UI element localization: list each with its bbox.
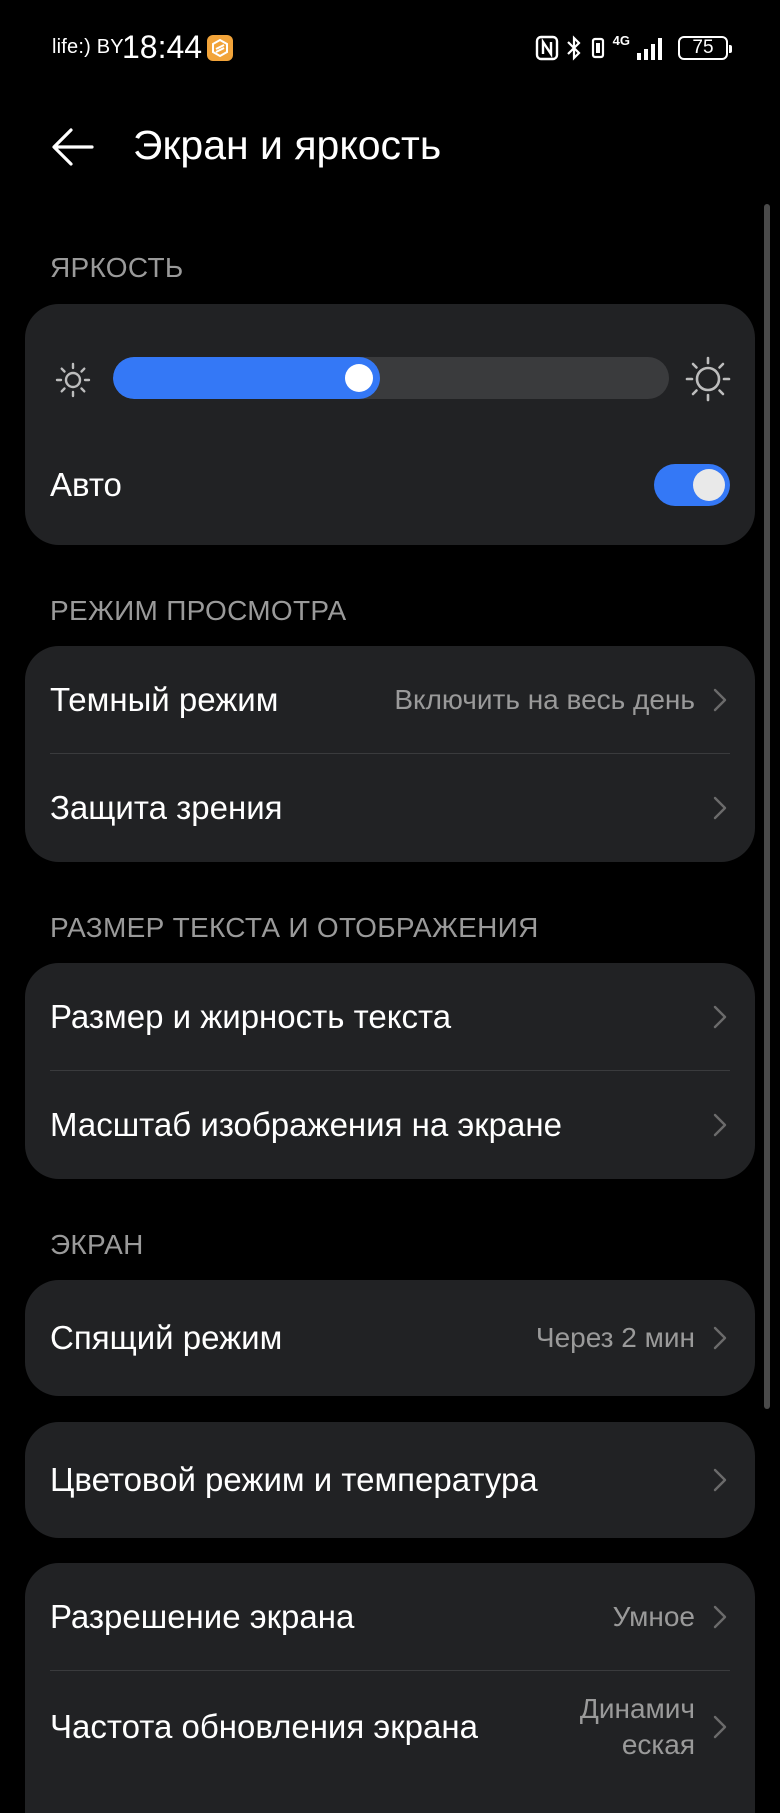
bluetooth-icon <box>566 35 581 61</box>
text-size-row[interactable]: Размер и жирность текста <box>25 963 755 1071</box>
eye-protection-label: Защита зрения <box>50 789 283 826</box>
network-type-label: 4G <box>612 33 630 48</box>
refresh-rate-label: Частота обновления экрана <box>50 1708 478 1745</box>
back-arrow-icon[interactable] <box>50 124 96 170</box>
nfc-icon <box>535 35 558 61</box>
display-scale-label: Масштаб изображения на экране <box>50 1106 562 1143</box>
brightness-slider-fill <box>113 357 380 399</box>
sun-small-icon <box>55 362 91 398</box>
auto-brightness-toggle[interactable] <box>654 463 730 506</box>
view-mode-card: Темный режим Включить на весь день Защит… <box>25 646 755 862</box>
auto-brightness-row[interactable]: Авто <box>25 424 755 545</box>
chevron-right-icon <box>713 1113 727 1137</box>
display-scale-row[interactable]: Масштаб изображения на экране <box>25 1071 755 1179</box>
resolution-row[interactable]: Разрешение экрана Умное <box>25 1563 755 1671</box>
resolution-card: Разрешение экрана Умное Частота обновлен… <box>25 1563 755 1813</box>
toggle-knob <box>693 468 725 501</box>
refresh-rate-value: Динамическая <box>579 1693 695 1760</box>
sleep-label: Спящий режим <box>50 1319 283 1356</box>
color-mode-row[interactable]: Цветовой режим и температура <box>25 1422 755 1538</box>
eye-protection-row[interactable]: Защита зрения <box>25 754 755 862</box>
chevron-right-icon <box>713 1605 727 1629</box>
signal-icon <box>637 38 662 60</box>
color-mode-label: Цветовой режим и температура <box>50 1461 538 1498</box>
brightness-slider[interactable] <box>113 357 669 399</box>
sleep-value: Через 2 мин <box>535 1322 695 1353</box>
vibrate-icon <box>591 37 604 59</box>
color-card: Цветовой режим и температура <box>25 1422 755 1538</box>
brightness-card: Авто <box>25 304 755 545</box>
resolution-label: Разрешение экрана <box>50 1598 355 1635</box>
status-bar: life:) BY 18:44 4G 75 <box>0 0 780 96</box>
dark-mode-row[interactable]: Темный режим Включить на весь день <box>25 646 755 754</box>
dark-mode-label: Темный режим <box>50 681 279 718</box>
text-size-label: Размер и жирность текста <box>50 998 452 1035</box>
brightness-slider-row <box>25 304 755 424</box>
page-title: Экран и яркость <box>133 122 442 168</box>
chevron-right-icon <box>713 796 727 820</box>
dark-mode-value: Включить на весь день <box>394 684 695 715</box>
carrier-name: life:) BY <box>52 36 124 58</box>
section-header-screen: ЭКРАН <box>50 1229 144 1260</box>
battery-icon: 75 <box>678 36 732 60</box>
notification-app-icon <box>207 35 233 61</box>
sleep-row[interactable]: Спящий режим Через 2 мин <box>25 1280 755 1396</box>
text-display-card: Размер и жирность текста Масштаб изображ… <box>25 963 755 1179</box>
sun-large-icon <box>685 356 731 402</box>
refresh-rate-row[interactable]: Частота обновления экрана Динамическая <box>25 1671 755 1783</box>
section-header-view-mode: РЕЖИМ ПРОСМОТРА <box>50 595 347 626</box>
header: Экран и яркость <box>0 110 780 182</box>
status-icons: 4G 75 <box>535 32 732 64</box>
chevron-right-icon <box>713 1715 727 1739</box>
battery-level: 75 <box>692 37 714 58</box>
chevron-right-icon <box>713 1005 727 1029</box>
section-header-text-display: РАЗМЕР ТЕКСТА И ОТОБРАЖЕНИЯ <box>50 912 539 943</box>
chevron-right-icon <box>713 688 727 712</box>
auto-brightness-label: Авто <box>50 465 122 503</box>
chevron-right-icon <box>713 1468 727 1492</box>
section-header-brightness: ЯРКОСТЬ <box>50 252 184 283</box>
brightness-slider-thumb[interactable] <box>345 364 373 392</box>
chevron-right-icon <box>713 1326 727 1350</box>
resolution-value: Умное <box>612 1601 695 1632</box>
sleep-card: Спящий режим Через 2 мин <box>25 1280 755 1396</box>
status-time: 18:44 <box>122 29 203 65</box>
scrollbar[interactable] <box>764 204 770 1409</box>
